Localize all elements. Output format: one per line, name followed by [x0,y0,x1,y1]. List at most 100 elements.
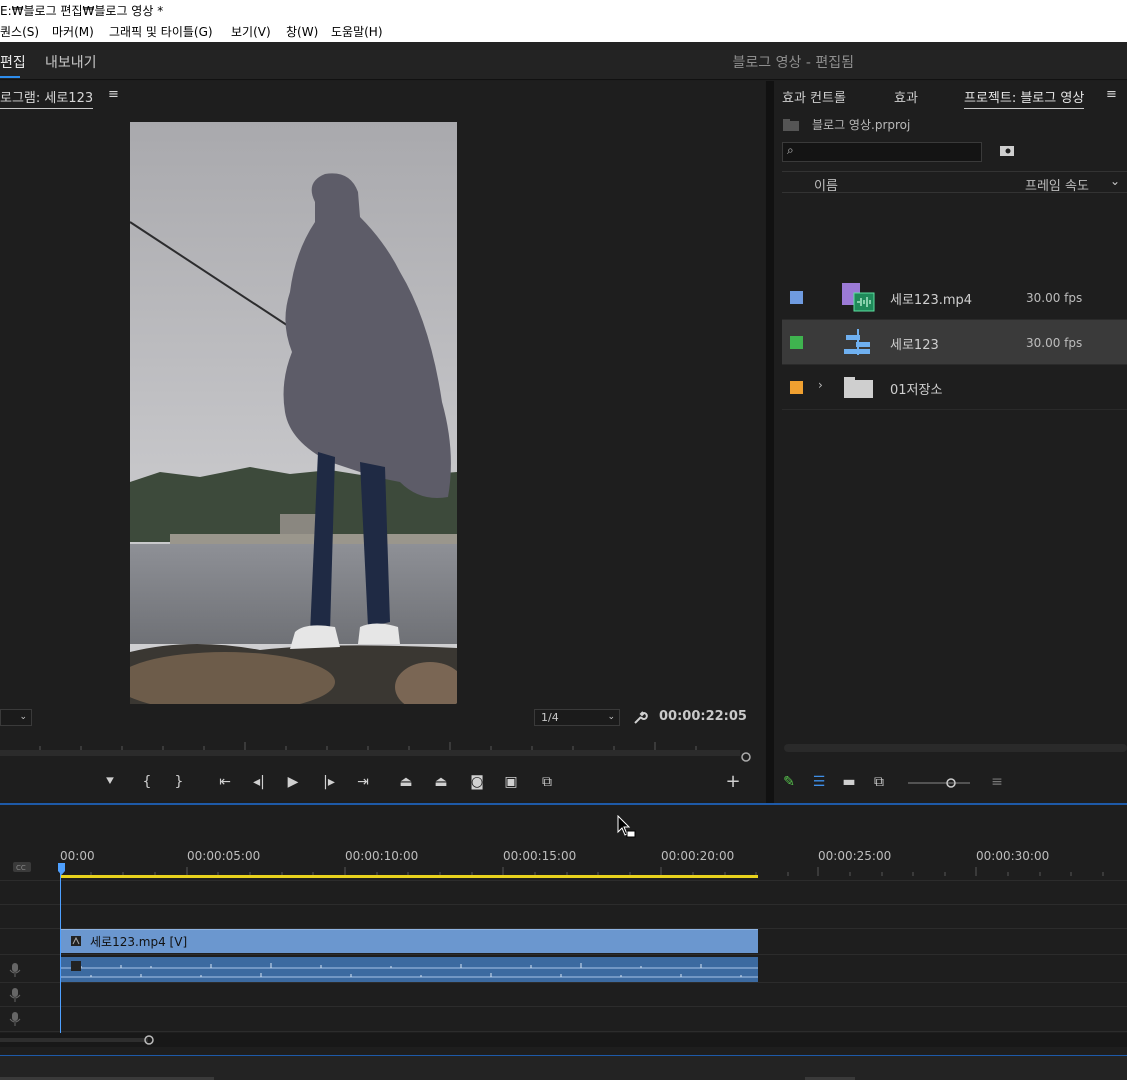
panel-menu-icon[interactable]: ≡ [1106,87,1117,102]
work-area-bar[interactable] [60,875,758,878]
new-search-bin-icon[interactable] [999,144,1015,158]
microphone-icon[interactable] [9,963,21,977]
scrub-end-handle[interactable] [740,751,752,763]
monitor-scrub-bar[interactable] [0,750,740,756]
play-icon[interactable]: ▶ [282,771,304,793]
menu-window[interactable]: 창(W) [286,22,318,42]
project-file-icon [783,119,799,131]
chevron-down-icon: ⌄ [19,712,27,722]
duration-timecode[interactable]: 00:00:22:05 [659,709,747,724]
video-preview-image [130,122,457,704]
track-separator [0,954,1127,955]
folder-icon [844,377,873,398]
overwrite-icon[interactable]: ⧉ [536,771,558,793]
zoom-track [0,1038,148,1042]
zoom-slider[interactable] [908,776,972,790]
track-separator [0,1006,1127,1007]
document-title: 블로그 영상 - 편집됨 [732,55,854,71]
menu-graphics[interactable]: 그래픽 및 타이틀(G) [109,22,213,42]
window-title-bar: E:₩블로그 편집₩블로그 영상 * [0,0,1127,22]
ruler-label: 00:00:20:00 [661,849,735,863]
go-to-in-icon[interactable]: ⇤ [214,771,236,793]
timeline-panel: CC 00:00 00:00:05:00 00:00:10:00 00:00:1… [0,805,1127,1055]
mark-out-icon[interactable]: } [168,771,190,793]
project-file-name: 블로그 영상.prproj [812,118,911,132]
go-to-out-icon[interactable]: ⇥ [352,771,374,793]
panel-menu-icon[interactable]: ≡ [108,87,119,102]
program-monitor: 로그램: 세로123 ≡ ⌄ 1/4 ⌄ 00:00:22:05 ⯆ {} ⇤… [0,81,765,801]
track-separator [0,982,1127,983]
item-name[interactable]: 세로123.mp4 [890,289,972,308]
resolution-dropdown[interactable]: 1/4 ⌄ [534,709,620,726]
project-search-input[interactable]: ⌕ [782,142,982,162]
track-separator [0,1031,1127,1032]
add-marker-icon[interactable]: ⯆ [99,771,121,793]
label-color-swatch[interactable] [790,336,803,349]
menu-marker[interactable]: 마커(M) [52,22,94,42]
export-frame-camera-icon[interactable]: ◙ [466,771,488,793]
ruler-label: 00:00:25:00 [818,849,892,863]
button-editor-plus-icon[interactable]: + [722,771,744,793]
microphone-icon[interactable] [9,1012,21,1026]
captions-cc-icon[interactable]: CC [12,861,32,873]
item-name[interactable]: 01저장소 [890,379,942,398]
menu-view[interactable]: 보기(V) [231,22,271,42]
sequence-icon [844,329,870,355]
icon-view-icon[interactable]: ▬ [838,771,860,793]
window-title: E:₩블로그 편집₩블로그 영상 * [0,4,164,18]
project-item-row[interactable]: › 01저장소 [782,365,1127,410]
freeform-view-icon[interactable]: ⧉ [868,771,890,793]
lift-icon[interactable]: ⏏ [395,771,417,793]
wrench-icon[interactable] [632,709,648,725]
resolution-value: 1/4 [541,711,559,724]
step-forward-icon[interactable]: |▸ [318,771,340,793]
label-color-swatch[interactable] [790,291,803,304]
list-view-icon[interactable]: ☰ [808,771,830,793]
microphone-icon[interactable] [9,988,21,1002]
project-item-row[interactable]: 세로123 30.00 fps [782,320,1127,365]
video-frame [130,122,457,704]
item-name[interactable]: 세로123 [890,334,939,353]
insert-icon[interactable]: ▣ [500,771,522,793]
item-frame-rate: 30.00 fps [1026,336,1083,350]
tab-edit[interactable]: 편집 [0,52,26,72]
ruler-label: 00:00:30:00 [976,849,1050,863]
video-clip-label: 세로123.mp4 [V] [90,935,188,949]
zoom-handle[interactable] [143,1034,155,1046]
chevron-right-icon[interactable]: › [818,378,823,392]
sort-icons-icon[interactable]: ≡ [986,771,1008,793]
pencil-icon[interactable]: ✎ [778,771,800,793]
mouse-cursor-icon [617,815,636,838]
chevron-down-icon: ⌄ [607,712,615,722]
chevron-down-icon[interactable]: ⌄ [1110,174,1120,188]
column-frame-rate[interactable]: 프레임 속도 [1025,175,1089,194]
project-horizontal-scrollbar[interactable] [784,744,1127,752]
mark-in-icon[interactable]: { [136,771,158,793]
playhead-line[interactable] [60,863,61,1033]
ruler-label: 00:00:15:00 [503,849,577,863]
program-monitor-title[interactable]: 로그램: 세로123 [0,87,94,109]
menu-help[interactable]: 도움말(H) [331,22,383,42]
project-column-header: 이름 프레임 속도 ⌄ [782,171,1127,194]
step-back-icon[interactable]: ◂| [248,771,270,793]
active-tab-indicator [0,76,20,78]
timeline-time-ruler[interactable]: 00:00 00:00:05:00 00:00:10:00 00:00:15:0… [60,845,1127,879]
track-separator [0,904,1127,905]
tab-project[interactable]: 프로젝트: 블로그 영상 [964,87,1085,109]
column-name[interactable]: 이름 [814,175,838,194]
timeline-zoom-scrollbar[interactable] [0,1033,1127,1047]
video-clip[interactable]: 세로123.mp4 [V] [61,929,758,953]
tab-effect-controls[interactable]: 효과 컨트롤 [782,87,846,106]
panel-divider-vertical[interactable] [766,81,774,803]
svg-text:CC: CC [16,864,26,872]
workspace-bar: 편집 내보내기 블로그 영상 - 편집됨 [0,42,1127,80]
zoom-dropdown[interactable]: ⌄ [0,709,32,726]
tab-export[interactable]: 내보내기 [45,52,97,72]
label-color-swatch[interactable] [790,381,803,394]
project-item-row[interactable]: 세로123.mp4 30.00 fps [782,275,1127,320]
extract-icon[interactable]: ⏏ [430,771,452,793]
fx-badge-icon [71,936,81,946]
menu-sequence[interactable]: 퀀스(S) [0,22,39,42]
tab-effects[interactable]: 효과 [894,87,918,106]
audio-clip[interactable] [61,957,758,982]
